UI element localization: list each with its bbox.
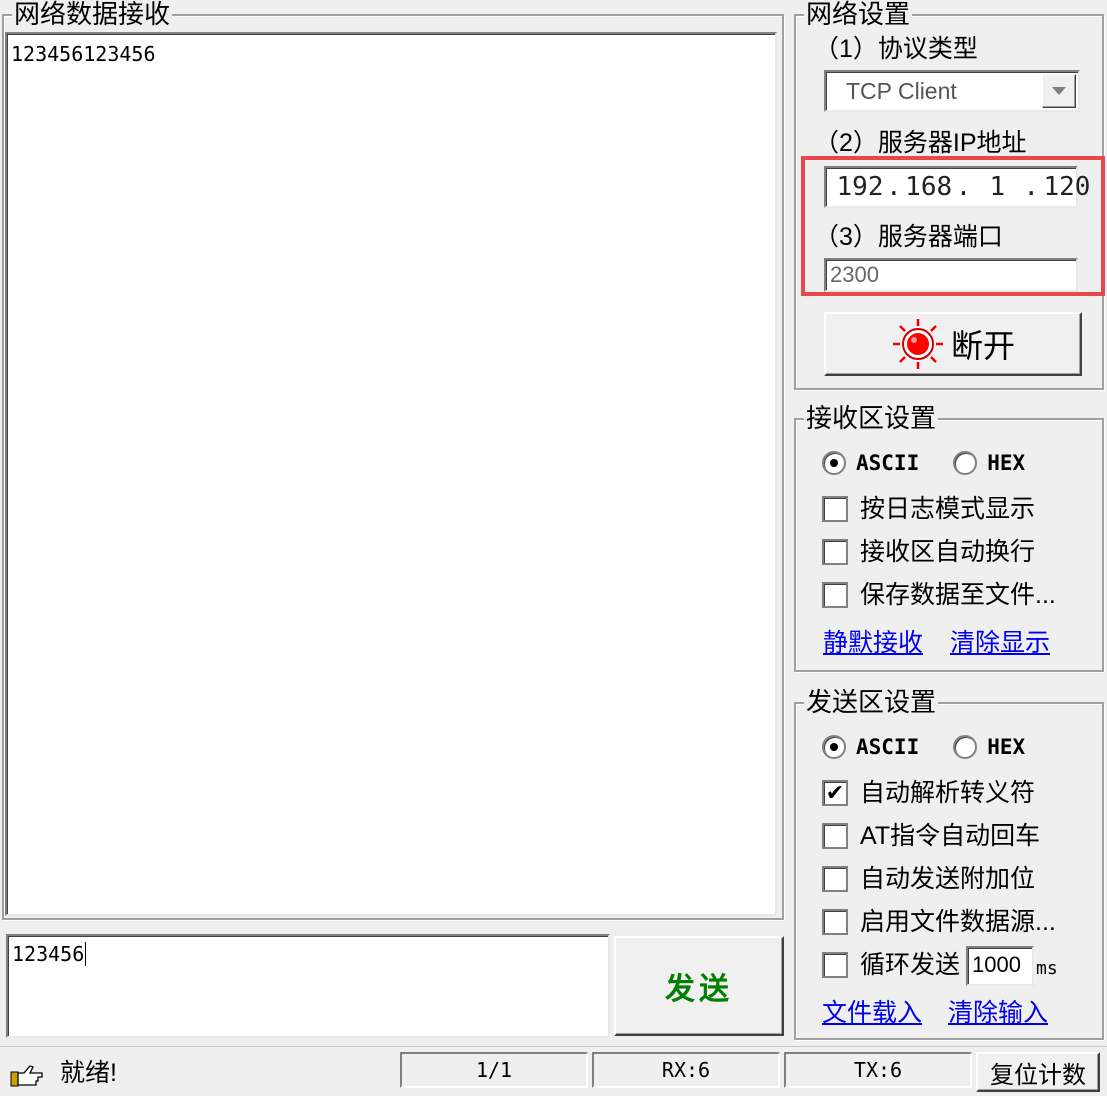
checkbox-label: AT指令自动回车 [860, 822, 1041, 850]
ip-octet-1[interactable]: 192 [834, 172, 886, 202]
network-settings-title: 网络设置 [804, 0, 913, 29]
receive-radio-hex[interactable] [953, 451, 978, 475]
protocol-dropdown-button[interactable] [1042, 74, 1076, 108]
send-radio-ascii-label: ASCII [856, 735, 920, 759]
send-button-label: 发送 [665, 973, 733, 1006]
checkbox-label: 启用文件数据源... [860, 908, 1056, 936]
pause-receive-link[interactable]: 静默接收 [823, 628, 923, 658]
send-input[interactable]: 123456 [6, 934, 610, 1038]
reset-count-button[interactable]: 复位计数 [976, 1052, 1100, 1092]
disconnect-button[interactable]: 断开 [824, 312, 1082, 376]
receive-option-save-file[interactable]: 保存数据至文件... [822, 580, 1056, 610]
clear-display-link[interactable]: 清除显示 [950, 628, 1050, 658]
send-button[interactable]: 发送 [614, 936, 784, 1036]
receive-option-auto-wrap[interactable]: 接收区自动换行 [822, 537, 1035, 567]
disconnect-button-label: 断开 [950, 328, 1015, 364]
send-option-loop[interactable]: 循环发送 [822, 950, 960, 980]
receive-content: 123456123456 [11, 42, 156, 66]
checkbox[interactable] [822, 496, 848, 522]
receive-radio-hex-label: HEX [987, 451, 1026, 475]
receive-textarea[interactable]: 123456123456 [5, 32, 777, 916]
checkbox-label: 按日志模式显示 [860, 495, 1036, 523]
port-label: （3）服务器端口 [814, 223, 1003, 251]
checkbox-label: 循环发送 [860, 951, 961, 979]
receive-radio-ascii-label: ASCII [856, 451, 920, 475]
connection-status-icon [892, 319, 943, 369]
send-option-escape[interactable]: ✔ 自动解析转义符 [822, 778, 1035, 808]
send-radio-ascii[interactable] [822, 735, 846, 759]
status-rx-count: RX:6 [592, 1052, 780, 1088]
ip-octet-3[interactable]: 1 [971, 172, 1023, 202]
loop-unit: ms [1036, 958, 1058, 979]
loop-interval-value: 1000 [972, 952, 1021, 977]
checkbox-checked[interactable]: ✔ [822, 780, 848, 806]
ip-address-input[interactable]: 192 . 168 . 1 . 120 [824, 166, 1090, 208]
checkbox[interactable] [822, 539, 848, 565]
pointing-hand-icon [10, 1065, 43, 1087]
checkbox[interactable] [822, 952, 848, 978]
reset-count-label: 复位计数 [990, 1061, 1086, 1089]
send-radio-hex[interactable] [953, 735, 978, 759]
status-tx-count: TX:6 [784, 1052, 972, 1088]
port-value: 2300 [830, 262, 879, 287]
ip-dot-2: . [955, 172, 972, 202]
chevron-down-icon [1052, 87, 1066, 95]
send-radio-hex-label: HEX [987, 735, 1026, 759]
status-text: 就绪! [60, 1059, 117, 1087]
checkbox-label: 自动解析转义符 [860, 779, 1036, 807]
status-page: 1/1 [400, 1052, 588, 1088]
checkbox[interactable] [822, 866, 848, 892]
checkbox[interactable] [822, 909, 848, 935]
ip-dot-1: . [886, 172, 902, 202]
receive-radio-ascii[interactable] [822, 451, 846, 475]
send-option-at-crlf[interactable]: AT指令自动回车 [822, 821, 1040, 851]
ip-dot-3: . [1023, 172, 1039, 202]
ip-label: （2）服务器IP地址 [814, 129, 1027, 157]
loop-interval-input[interactable]: 1000 [966, 946, 1034, 986]
load-file-link[interactable]: 文件载入 [822, 998, 922, 1028]
clear-input-link[interactable]: 清除输入 [948, 998, 1048, 1028]
receive-settings-title: 接收区设置 [804, 403, 939, 433]
receive-encoding-radios: ASCII HEX [822, 451, 1059, 475]
protocol-select[interactable]: TCP Client [824, 70, 1080, 112]
checkbox[interactable] [822, 823, 848, 849]
port-input[interactable]: 2300 [824, 258, 1078, 292]
ip-octet-4[interactable]: 120 [1039, 172, 1095, 202]
receive-option-log-mode[interactable]: 按日志模式显示 [822, 494, 1035, 524]
receive-group-title: 网络数据接收 [12, 0, 173, 29]
send-option-file-source[interactable]: 启用文件数据源... [822, 907, 1056, 937]
checkbox-label: 自动发送附加位 [860, 865, 1036, 893]
send-encoding-radios: ASCII HEX [822, 735, 1059, 759]
protocol-value: TCP Client [846, 78, 957, 104]
protocol-label: （1）协议类型 [814, 35, 978, 63]
checkbox-label: 接收区自动换行 [860, 538, 1036, 566]
checkbox-label: 保存数据至文件... [860, 581, 1056, 609]
send-input-value: 123456 [12, 942, 87, 966]
checkbox[interactable] [822, 582, 848, 608]
send-settings-title: 发送区设置 [804, 687, 939, 717]
ip-octet-2[interactable]: 168 [902, 172, 956, 202]
send-option-append-bits[interactable]: 自动发送附加位 [822, 864, 1035, 894]
